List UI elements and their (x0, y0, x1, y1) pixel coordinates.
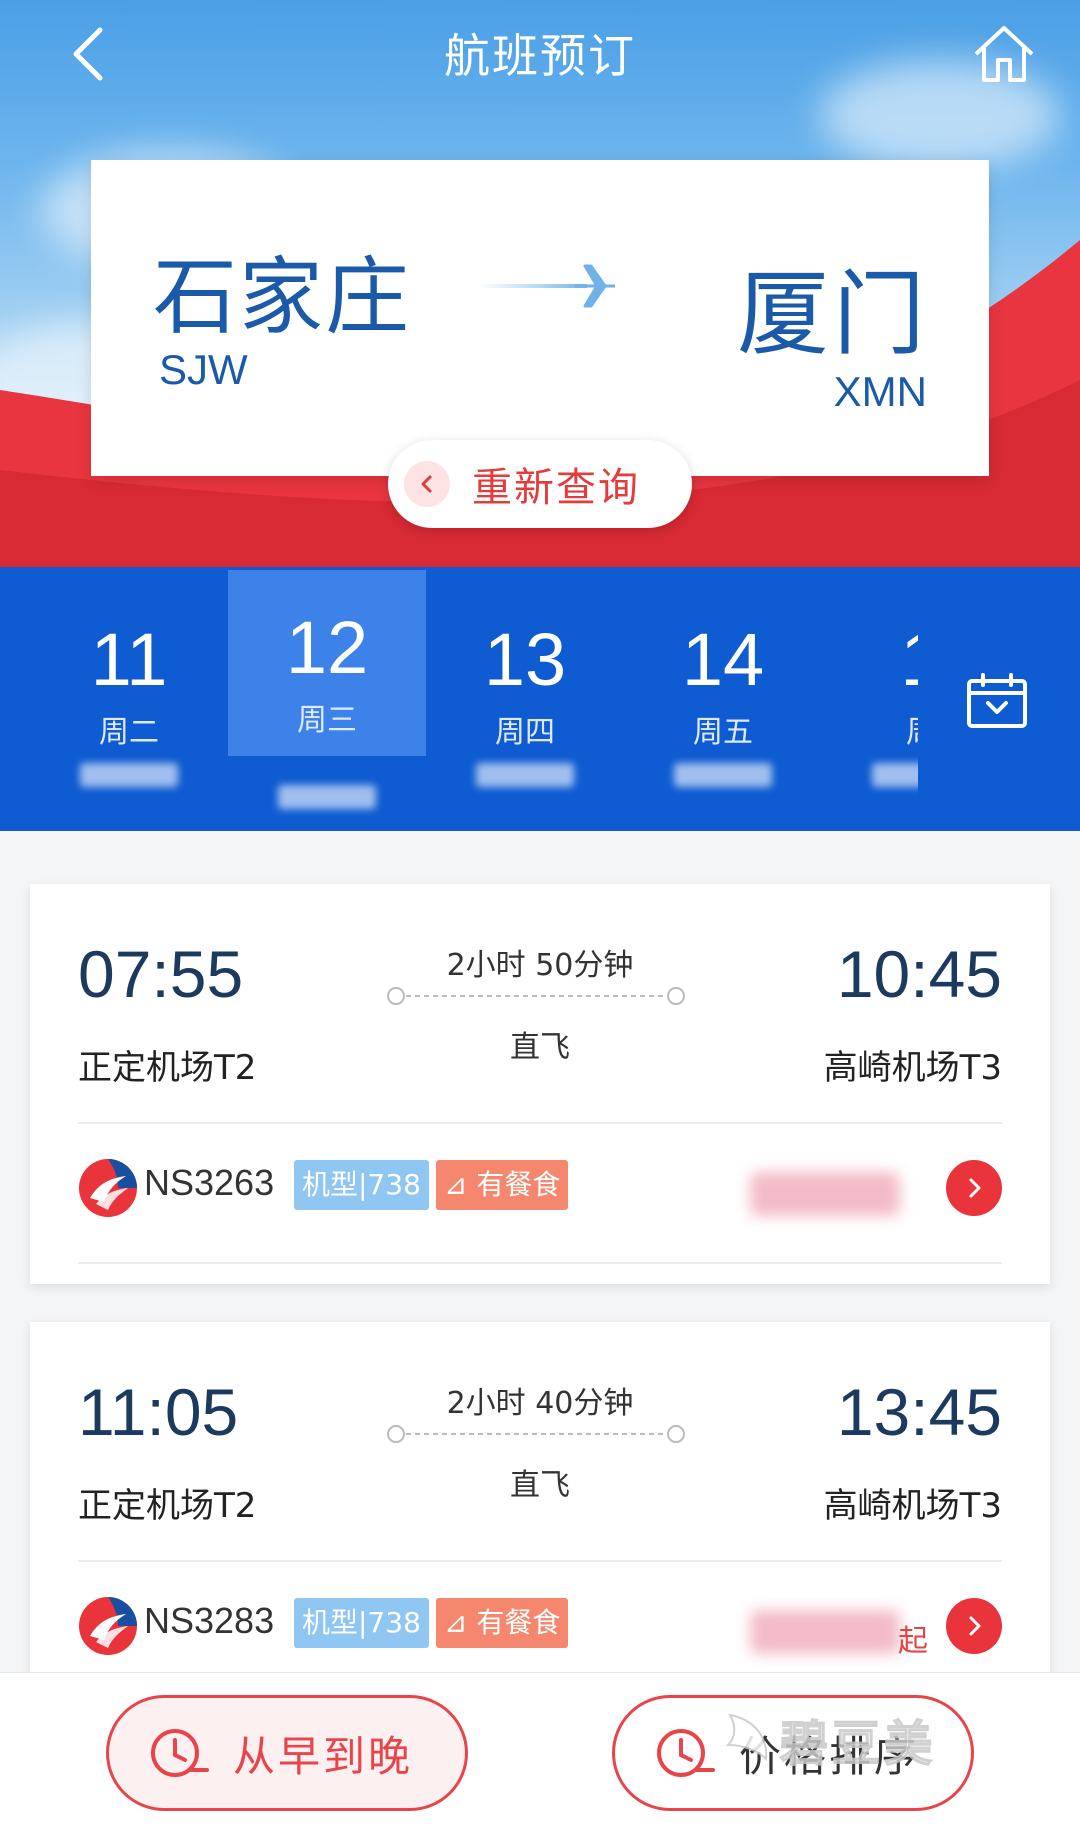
date-day: 12 (285, 606, 369, 689)
sort-by-time-label: 从早到晚 (233, 1731, 414, 1781)
route-line-icon (387, 1425, 685, 1443)
date-day: 11 (90, 618, 168, 701)
date-weekday: 周三 (297, 703, 357, 738)
date-price-blurred (476, 763, 574, 787)
page-title: 航班预订 (444, 29, 636, 83)
date-selector: 11 周二 12 周三 13 周四 14 周五 1 周 (0, 567, 1080, 831)
date-item-next[interactable]: 1 周 (822, 567, 918, 831)
departure-city: 石家庄 (153, 248, 412, 346)
arrival-airport: 高崎机场T3 (823, 1048, 1002, 1088)
meal-tag: ⊿ 有餐食 (436, 1598, 569, 1648)
date-price-blurred (674, 763, 772, 787)
aircraft-type-tag: 机型|738 (294, 1598, 429, 1648)
watermark-text: 碧豆美 (779, 1715, 937, 1773)
meal-tag-label: 有餐食 (476, 1606, 561, 1639)
date-item-12[interactable]: 12 周三 (228, 567, 426, 831)
date-weekday: 周四 (495, 715, 555, 750)
home-button[interactable] (972, 22, 1036, 86)
arrival-airport: 高崎机场T3 (823, 1486, 1002, 1526)
date-item-13[interactable]: 13 周四 (426, 567, 624, 831)
requery-label: 重新查询 (472, 465, 640, 511)
price-blurred (750, 1172, 900, 1216)
watermark: 碧豆美 (722, 1704, 936, 1774)
route-line-icon (387, 987, 685, 1005)
plane-arrow-icon (477, 264, 615, 308)
watermark-logo-icon (725, 1713, 768, 1762)
home-icon (974, 26, 1034, 82)
flight-detail-button[interactable] (946, 1598, 1002, 1654)
arrival-city: 厦门 (736, 261, 929, 368)
header-banner: 航班预订 石家庄 SJW 厦门 XMN 重新查询 (0, 0, 1080, 567)
price-blurred (750, 1610, 900, 1654)
meal-tag-label: 有餐食 (476, 1168, 561, 1201)
date-day: 13 (483, 618, 567, 701)
divider (78, 1560, 1002, 1562)
chevron-right-icon (969, 1616, 981, 1636)
chevron-left-icon (404, 461, 450, 507)
date-price-blurred (872, 763, 918, 787)
date-day: 1 (822, 617, 918, 702)
arrival-code: XMN (833, 368, 927, 415)
arrival-time: 10:45 (836, 937, 1002, 1011)
date-weekday: 周五 (693, 715, 753, 750)
divider (78, 1262, 1002, 1264)
date-item-14[interactable]: 14 周五 (624, 567, 822, 831)
clock-icon (657, 1729, 715, 1777)
meal-icon: ⊿ (444, 1606, 477, 1639)
flight-number: NS3283 (144, 1600, 275, 1641)
sort-by-time-button[interactable]: 从早到晚 (106, 1695, 468, 1811)
arrival-time: 13:45 (836, 1375, 1002, 1449)
date-weekday: 周 (822, 707, 918, 751)
date-item-11[interactable]: 11 周二 (30, 567, 228, 831)
requery-button[interactable]: 重新查询 (388, 440, 692, 528)
price-suffix: 起 (898, 1624, 928, 1659)
departure-code: SJW (159, 346, 248, 393)
flight-number: NS3263 (144, 1162, 275, 1203)
flight-card-ns3263[interactable]: 07:55 正定机场T2 2小时 50分钟 直飞 10:45 高崎机场T3 NS… (30, 884, 1050, 1284)
divider (78, 1122, 1002, 1124)
meal-tag: ⊿ 有餐食 (436, 1160, 569, 1210)
date-day: 14 (681, 618, 765, 701)
chevron-right-icon (969, 1178, 981, 1198)
date-price-blurred (278, 785, 376, 809)
meal-icon: ⊿ (444, 1168, 477, 1201)
date-price-blurred (80, 763, 178, 787)
route-card: 石家庄 SJW 厦门 XMN (91, 160, 989, 476)
date-weekday: 周二 (99, 715, 159, 750)
calendar-icon[interactable] (966, 673, 1028, 729)
aircraft-type-tag: 机型|738 (294, 1160, 429, 1210)
clock-icon (151, 1729, 209, 1777)
airline-logo-icon (79, 1159, 137, 1217)
airline-logo-icon (79, 1597, 137, 1655)
flight-detail-button[interactable] (946, 1160, 1002, 1216)
